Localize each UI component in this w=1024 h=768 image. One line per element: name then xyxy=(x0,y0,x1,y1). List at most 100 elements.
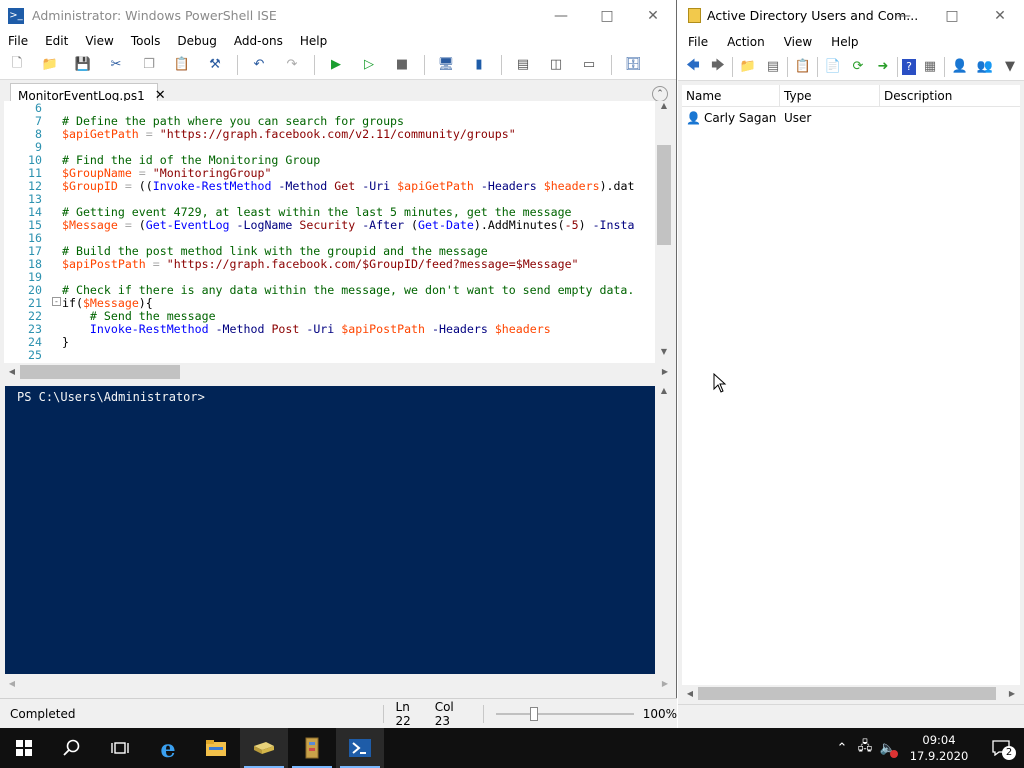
copy-icon[interactable]: ❐ xyxy=(138,54,160,76)
column-header-description[interactable]: Description xyxy=(880,85,1020,107)
ise-titlebar[interactable]: >_ Administrator: Windows PowerShell ISE… xyxy=(0,0,676,31)
paste-icon[interactable]: 📋 xyxy=(171,54,193,76)
show-hide-tree-icon[interactable]: ▤ xyxy=(762,56,784,78)
code-line[interactable]: } xyxy=(62,336,69,349)
script-pane-maximized-icon[interactable]: ▭ xyxy=(578,54,600,76)
filter-icon[interactable]: ▼ xyxy=(999,56,1021,78)
menu-help[interactable]: Help xyxy=(821,35,867,49)
show-hidden-icons-icon[interactable]: ⌃ xyxy=(830,741,854,756)
menu-file[interactable]: File xyxy=(678,35,717,49)
scroll-up-arrow[interactable]: ▲ xyxy=(655,101,673,117)
collapse-pane-icon[interactable]: ⌃ xyxy=(652,86,668,102)
scroll-down-arrow[interactable]: ▼ xyxy=(655,347,673,363)
help-icon[interactable]: ? xyxy=(902,58,916,75)
open-folder-icon[interactable]: 📁 xyxy=(39,54,61,76)
hscroll-thumb[interactable] xyxy=(698,687,996,700)
editor-horizontal-scrollbar[interactable]: ◀ ▶ xyxy=(4,363,673,381)
file-explorer-icon[interactable] xyxy=(192,728,240,768)
hscroll-thumb[interactable] xyxy=(20,365,180,379)
maximize-button[interactable]: □ xyxy=(928,0,976,31)
code-line[interactable]: $apiPostPath = "https://graph.facebook.c… xyxy=(62,258,579,271)
column-header-type[interactable]: Type xyxy=(780,84,880,107)
cut-icon[interactable]: ✂ xyxy=(105,54,127,76)
scroll-right-arrow[interactable]: ▶ xyxy=(1004,685,1020,702)
new-file-icon[interactable]: 🗋 xyxy=(6,54,28,76)
volume-muted-icon[interactable]: 🔈 xyxy=(876,741,900,758)
ise-menubar: File Edit View Tools Debug Add-ons Help xyxy=(0,31,676,50)
stop-icon[interactable]: ■ xyxy=(391,54,413,76)
show-view-icon[interactable]: ▦ xyxy=(919,56,941,78)
menu-edit[interactable]: Edit xyxy=(37,34,77,48)
save-icon[interactable]: 💾 xyxy=(72,54,94,76)
scroll-right-arrow[interactable]: ▶ xyxy=(657,363,673,381)
clock-date: 17.9.2020 xyxy=(909,749,969,763)
aduc-menubar: File Action View Help xyxy=(678,31,1024,53)
clock[interactable]: 09:04 17.9.2020 xyxy=(900,732,978,764)
network-icon[interactable]: 🖧 xyxy=(854,737,876,759)
aduc-titlebar[interactable]: Active Directory Users and Com... — □ ✕ xyxy=(678,0,1024,31)
refresh-icon[interactable]: ⟳ xyxy=(847,56,869,78)
code-line[interactable]: $Message = (Get-EventLog -LogName Securi… xyxy=(62,219,634,232)
forward-arrow-icon[interactable]: 🡆 xyxy=(707,56,729,78)
show-command-icon[interactable]: 🗄 xyxy=(622,54,644,76)
user-name: Carly Sagan xyxy=(703,111,777,125)
menu-debug[interactable]: Debug xyxy=(169,34,225,48)
console-scrollbar[interactable]: ▲ xyxy=(655,386,673,674)
scroll-right-arrow[interactable]: ▶ xyxy=(657,676,673,692)
start-powershell-icon[interactable]: ▮ xyxy=(468,54,490,76)
export-list-icon[interactable]: ➜ xyxy=(872,56,894,78)
back-arrow-icon[interactable]: 🡄 xyxy=(682,56,704,78)
new-group-icon[interactable]: 👥 xyxy=(974,56,996,78)
taskbar-aduc[interactable] xyxy=(240,728,288,768)
redo-icon[interactable]: ↷ xyxy=(281,54,303,76)
aduc-horizontal-scrollbar[interactable]: ◀ ▶ xyxy=(682,685,1020,702)
taskbar-powershell-ise[interactable] xyxy=(336,728,384,768)
menu-addons[interactable]: Add-ons xyxy=(226,34,292,48)
list-item[interactable]: 👤 Carly Sagan User xyxy=(682,107,1020,129)
task-view-icon[interactable] xyxy=(96,728,144,768)
minimize-button[interactable]: — xyxy=(880,0,928,31)
undo-icon[interactable]: ↶ xyxy=(248,54,270,76)
start-button[interactable] xyxy=(0,728,48,768)
menu-file[interactable]: File xyxy=(0,34,37,48)
editor-vertical-scrollbar[interactable]: ▲ ▼ xyxy=(655,101,673,363)
menu-help[interactable]: Help xyxy=(292,34,336,48)
properties-icon[interactable]: 📄 xyxy=(822,56,844,78)
minimize-button[interactable]: — xyxy=(538,0,584,31)
code-line[interactable]: $GroupID = ((Invoke-RestMethod -Method G… xyxy=(62,180,634,193)
zoom-slider[interactable] xyxy=(495,706,634,722)
run-script-icon[interactable]: ▶ xyxy=(325,54,347,76)
scroll-left-arrow[interactable]: ◀ xyxy=(682,685,698,702)
script-pane-top-icon[interactable]: ▤ xyxy=(512,54,534,76)
code-line[interactable]: $apiGetPath = "https://graph.facebook.co… xyxy=(62,128,516,141)
code-line[interactable]: Invoke-RestMethod -Method Post -Uri $api… xyxy=(62,323,551,336)
run-selection-icon[interactable]: ▷ xyxy=(358,54,380,76)
powershell-console[interactable]: PS C:\Users\Administrator> xyxy=(5,386,655,674)
taskbar-server-manager[interactable] xyxy=(288,728,336,768)
remote-powershell-icon[interactable]: 🖥 xyxy=(435,54,457,76)
close-button[interactable]: ✕ xyxy=(630,0,676,31)
clipboard-icon[interactable]: 📋 xyxy=(792,56,814,78)
collapse-region-icon[interactable]: - xyxy=(52,297,61,306)
search-icon[interactable] xyxy=(48,728,96,768)
new-user-icon[interactable]: 👤 xyxy=(949,56,971,78)
scroll-up-arrow[interactable]: ▲ xyxy=(655,386,673,402)
internet-explorer-icon[interactable]: e xyxy=(144,728,192,768)
menu-action[interactable]: Action xyxy=(717,35,774,49)
editor-scroll-thumb[interactable] xyxy=(657,145,671,245)
action-center-icon[interactable]: 2 xyxy=(978,740,1024,760)
script-editor[interactable]: 6 7 # Define the path where you can search… xyxy=(4,101,655,363)
scroll-left-arrow[interactable]: ◀ xyxy=(4,676,20,692)
console-horizontal-scrollbar[interactable]: ◀ ▶ xyxy=(4,676,673,692)
clear-console-icon[interactable]: ⚒ xyxy=(204,54,226,76)
script-pane-right-icon[interactable]: ◫ xyxy=(545,54,567,76)
menu-tools[interactable]: Tools xyxy=(123,34,170,48)
column-header-name[interactable]: Name xyxy=(682,84,780,107)
zoom-slider-thumb[interactable] xyxy=(529,706,538,721)
menu-view[interactable]: View xyxy=(774,35,821,49)
close-button[interactable]: ✕ xyxy=(976,0,1024,31)
up-folder-icon[interactable]: 📁 xyxy=(737,56,759,78)
menu-view[interactable]: View xyxy=(77,34,122,48)
maximize-button[interactable]: □ xyxy=(584,0,630,31)
scroll-left-arrow[interactable]: ◀ xyxy=(4,363,20,381)
